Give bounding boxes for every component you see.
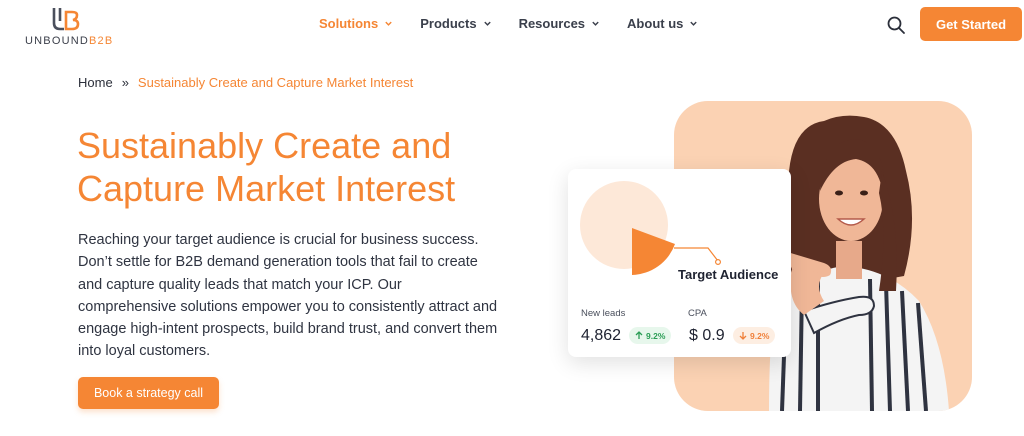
nav-item-solutions[interactable]: Solutions bbox=[319, 16, 393, 31]
nav-item-resources[interactable]: Resources bbox=[519, 16, 600, 31]
book-strategy-call-button[interactable]: Book a strategy call bbox=[78, 377, 219, 409]
logo-mark-icon bbox=[52, 8, 80, 31]
chevron-down-icon bbox=[592, 21, 599, 26]
chevron-down-icon bbox=[690, 21, 698, 26]
target-audience-label: Target Audience bbox=[678, 267, 779, 282]
logo[interactable]: UNBOUNDB2B bbox=[25, 6, 115, 47]
breadcrumb-home-link[interactable]: Home bbox=[78, 75, 113, 90]
hero-description: Reaching your target audience is crucial… bbox=[78, 232, 498, 360]
new-leads-change-badge: 9.2% bbox=[629, 327, 672, 344]
logo-text-main: UNBOUND bbox=[25, 35, 90, 47]
site-header: UNBOUNDB2B Solutions Products Resources … bbox=[0, 0, 1024, 50]
new-leads-label: New leads bbox=[581, 308, 626, 319]
cpa-change-value: 9.2% bbox=[750, 330, 770, 341]
nav-item-label: Resources bbox=[518, 16, 586, 31]
cpa-value: $ 0.9 bbox=[689, 327, 725, 344]
nav-item-products[interactable]: Products bbox=[420, 16, 491, 31]
arrow-up-icon bbox=[635, 331, 643, 339]
target-audience-card: Target Audience New leads 4,862 9.2% CPA… bbox=[568, 169, 791, 357]
breadcrumb-separator: » bbox=[121, 75, 129, 90]
nav-item-label: About us bbox=[627, 16, 684, 31]
chevron-down-icon bbox=[385, 21, 392, 26]
arrow-down-icon bbox=[739, 332, 747, 340]
nav-item-label: Solutions bbox=[319, 16, 379, 31]
nav-item-label: Products bbox=[420, 16, 477, 31]
new-leads-change-value: 9.2% bbox=[646, 330, 666, 341]
cpa-change-badge: 9.2% bbox=[733, 327, 776, 344]
breadcrumb-current: Sustainably Create and Capture Market In… bbox=[137, 75, 414, 90]
cpa-label: CPA bbox=[688, 308, 707, 319]
nav-item-about-us[interactable]: About us bbox=[627, 16, 698, 31]
chevron-down-icon bbox=[483, 21, 491, 26]
breadcrumb: Home » Sustainably Create and Capture Ma… bbox=[78, 75, 413, 90]
new-leads-value: 4,862 bbox=[581, 327, 622, 344]
page-title: Sustainably Create and Capture Market In… bbox=[77, 125, 456, 209]
logo-text-accent: B2B bbox=[89, 35, 114, 47]
main-nav: Solutions Products Resources About us bbox=[319, 16, 725, 31]
get-started-button[interactable]: Get Started bbox=[920, 7, 1022, 41]
logo-text: UNBOUNDB2B bbox=[25, 35, 113, 47]
search-icon[interactable] bbox=[886, 15, 906, 35]
